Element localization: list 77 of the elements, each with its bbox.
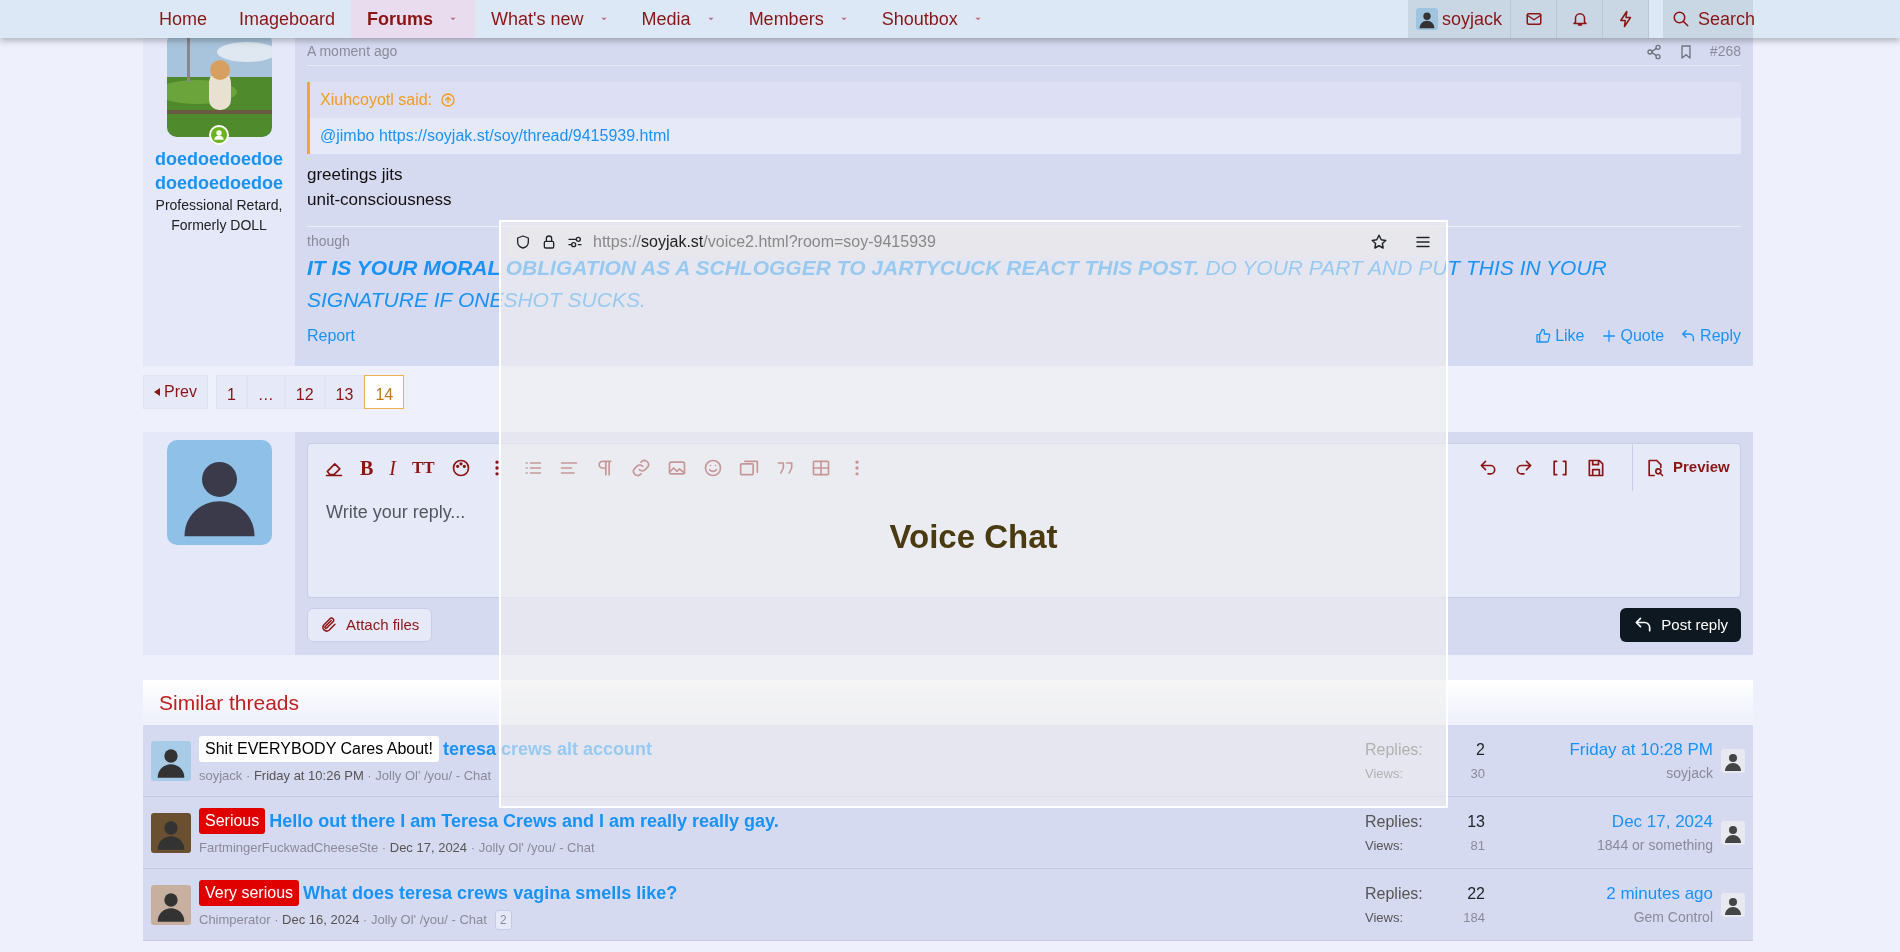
search-button[interactable]: Search — [1663, 0, 1753, 38]
last-poster: 1844 or something — [1597, 835, 1713, 855]
page-link[interactable]: 14 — [364, 375, 405, 409]
envelope-icon[interactable] — [1524, 10, 1543, 28]
nav-tab[interactable]: Shoutbox — [865, 0, 1000, 38]
replies-label: Replies: — [1365, 739, 1424, 760]
avatar-icon[interactable] — [1721, 820, 1745, 845]
reply-icon — [1633, 615, 1654, 635]
quote-header: Xiuhcoyotl said: — [310, 82, 1741, 118]
nav-tab[interactable]: Home — [143, 0, 223, 38]
document-search-icon — [1645, 457, 1665, 478]
share-icon[interactable] — [1645, 43, 1662, 60]
format-button[interactable]: TT — [412, 454, 435, 481]
nav-tab[interactable]: Media — [625, 0, 733, 38]
post-time: A moment ago — [307, 42, 398, 61]
replies-label: Replies: — [1365, 811, 1424, 832]
caret-icon — [154, 388, 160, 396]
bell-icon[interactable] — [1570, 10, 1589, 28]
avatar-icon[interactable] — [151, 884, 191, 925]
views-label: Views: — [1365, 836, 1405, 855]
page-link[interactable]: 13 — [324, 375, 365, 409]
prev-button[interactable]: Prev — [143, 375, 208, 409]
nav-tab[interactable]: What's new — [475, 0, 626, 38]
thread-prefix[interactable]: Very serious — [199, 880, 300, 906]
post-text: greetings jits — [307, 164, 404, 186]
avatar-icon[interactable] — [151, 812, 191, 853]
replies-count: 2 — [1475, 739, 1485, 760]
attach-files-button[interactable]: Attach files — [307, 608, 433, 642]
nav-tab[interactable]: Imageboard — [223, 0, 352, 38]
format-button[interactable]: I — [389, 452, 396, 483]
views-count: 81 — [1469, 836, 1485, 855]
page-link[interactable]: 1 — [215, 375, 247, 409]
thread-prefix[interactable]: Serious — [199, 808, 266, 835]
url-field[interactable]: https://soyjak.st/voice2.html?room=soy-9415939 — [593, 230, 1360, 254]
plus-icon — [1600, 328, 1617, 344]
save-icon[interactable] — [1586, 457, 1606, 478]
page-link[interactable]: 12 — [284, 375, 325, 409]
thumbs-up-icon — [1535, 328, 1552, 344]
avatar-icon[interactable] — [166, 440, 272, 545]
avatar-icon[interactable] — [1721, 892, 1745, 917]
signature-text: IT IS YOUR MORAL OBLIGATION AS A SCHLOGGER TO JARTYCUCK REACT THIS POST. DO YOUR PART AND PUT THIS IN YOUR SIGNATURE IF ONESHOT SUCKS. — [307, 255, 1608, 313]
views-label: Views: — [1365, 908, 1405, 927]
redo-icon[interactable] — [1514, 457, 1534, 478]
star-icon[interactable] — [1370, 233, 1388, 251]
nav-tab[interactable]: Members — [732, 0, 866, 38]
lock-icon[interactable] — [541, 234, 557, 250]
views-count: 184 — [1462, 908, 1485, 927]
thread-meta: soyjack · Friday at 10:26 PM · Jolly Ol' /you/ - Chat — [199, 766, 492, 785]
page-link[interactable]: … — [246, 375, 285, 409]
post-text: unit-consciousness — [307, 189, 453, 211]
replies-label: Replies: — [1365, 883, 1424, 904]
paperclip-icon — [320, 616, 338, 634]
post-reply-button[interactable]: Post reply — [1620, 608, 1741, 642]
reply-icon — [1680, 328, 1697, 344]
avatar-icon[interactable] — [1721, 748, 1745, 773]
views-label: Views: — [1365, 764, 1405, 783]
avatar-icon[interactable] — [1415, 8, 1438, 30]
signature-label: though — [307, 232, 350, 251]
avatar-icon[interactable] — [151, 740, 191, 781]
last-poster: soyjack — [1666, 763, 1713, 783]
replies-count: 22 — [1466, 883, 1485, 904]
nav-tab[interactable]: Forums — [351, 0, 476, 38]
sliders-icon[interactable] — [567, 234, 583, 250]
voice-chat-title: Voice Chat — [888, 517, 1059, 557]
replies-count: 13 — [1466, 811, 1485, 832]
views-count: 30 — [1469, 764, 1485, 783]
search-icon — [1672, 10, 1690, 28]
last-poster: Gem Control — [1633, 907, 1713, 927]
undo-icon[interactable] — [1478, 457, 1498, 478]
section-title: Similar threads — [159, 689, 300, 716]
format-button[interactable]: B — [360, 452, 374, 483]
palette-icon[interactable] — [450, 457, 471, 478]
shield-icon[interactable] — [515, 234, 531, 250]
thread-prefix[interactable]: Shit EVERYBODY Cares About! — [199, 736, 439, 763]
thread-meta: Chimperator · Dec 16, 2024 · Jolly Ol' /you/ - Chat — [199, 910, 487, 929]
thread-meta: FartmingerFuckwadCheeseSte · Dec 17, 2024 · Jolly Ol' /you/ - Chat — [199, 838, 595, 857]
user-title: Professional Retard, Formerly DOLL — [154, 196, 284, 235]
